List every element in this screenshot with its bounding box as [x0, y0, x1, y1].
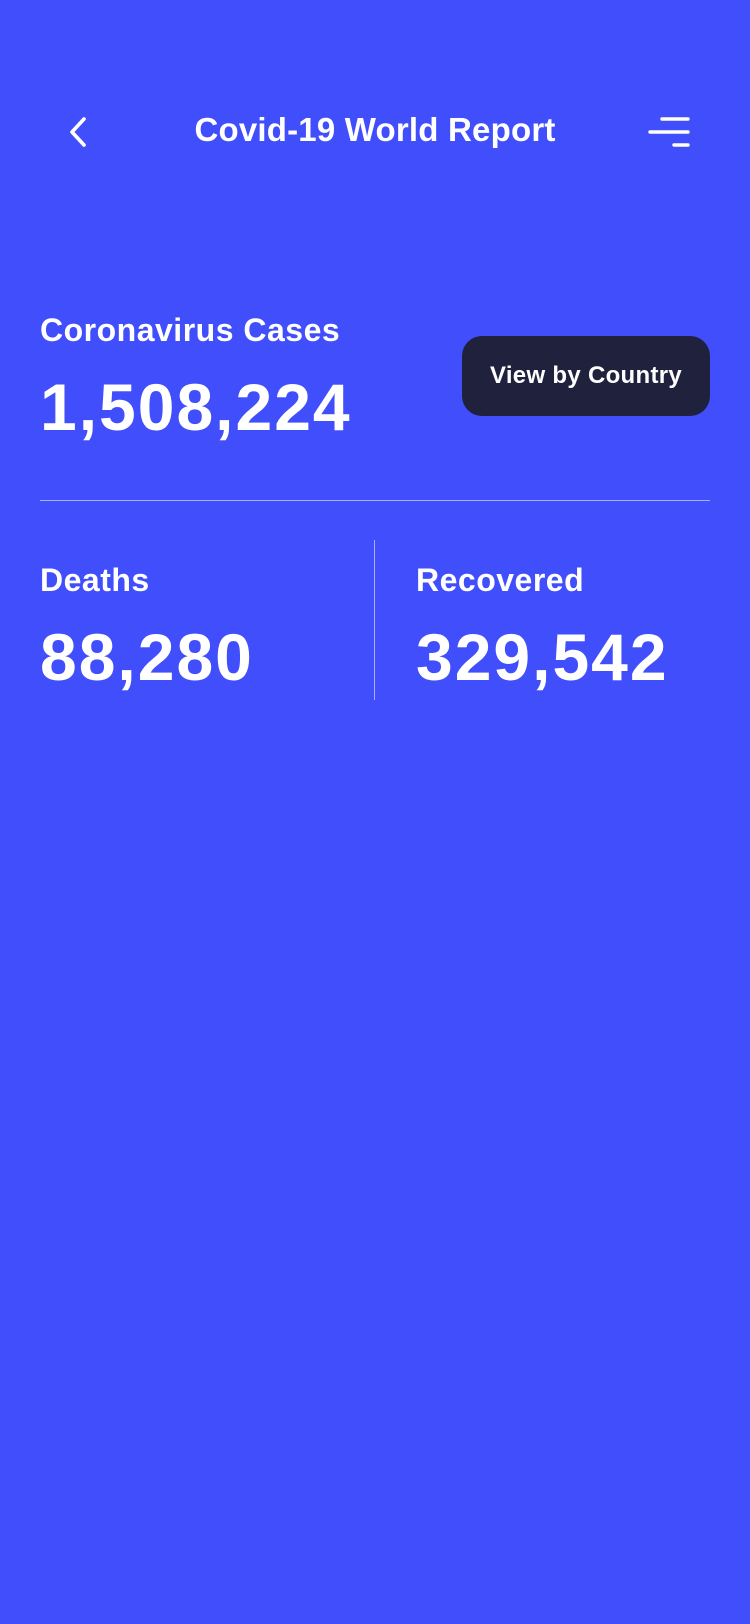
view-by-country-button[interactable]: View by Country — [462, 336, 710, 416]
header: Covid-19 World Report — [0, 96, 750, 168]
page-title: Covid-19 World Report — [194, 111, 556, 148]
recovered-label: Recovered — [416, 562, 585, 598]
deaths-value: 88,280 — [40, 620, 254, 694]
menu-button[interactable] — [646, 110, 692, 154]
cases-value: 1,508,224 — [40, 370, 352, 444]
horizontal-divider — [40, 500, 710, 501]
menu-icon — [648, 117, 690, 147]
vertical-divider — [374, 540, 375, 700]
deaths-label: Deaths — [40, 562, 150, 598]
cases-label: Coronavirus Cases — [40, 312, 341, 348]
recovered-value: 329,542 — [416, 620, 669, 694]
